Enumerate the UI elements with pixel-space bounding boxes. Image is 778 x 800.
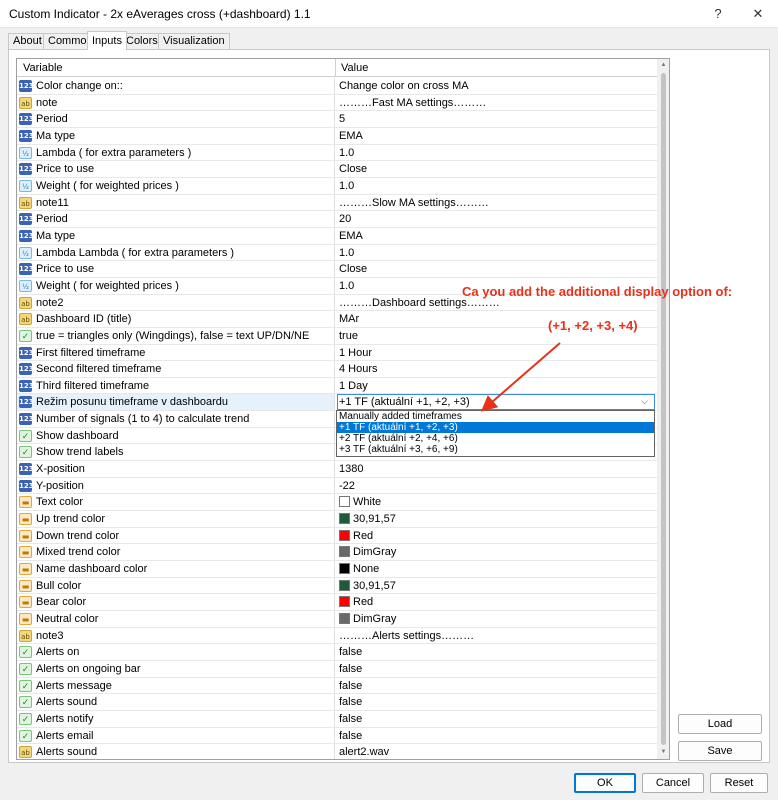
annotation-options: (+1, +2, +3, +4)	[548, 318, 638, 333]
annotation-arrow	[480, 342, 561, 412]
annotation-question: Ca you add the additional display option…	[462, 284, 733, 299]
